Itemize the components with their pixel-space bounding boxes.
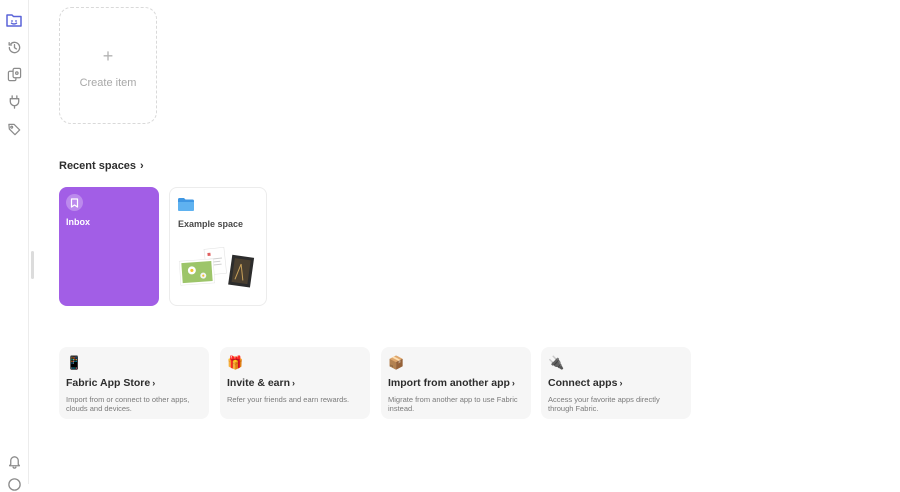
space-card-example[interactable]: Example space	[169, 187, 267, 306]
resize-handle[interactable]	[31, 251, 34, 279]
mobile-phone-icon: 📱	[66, 355, 83, 370]
folder-icon	[178, 198, 194, 211]
card-invite-earn[interactable]: 🎁 Invite & earn › Refer your friends and …	[220, 347, 370, 419]
spaces-icon[interactable]	[7, 67, 22, 82]
chevron-right-icon: ›	[511, 378, 515, 388]
bookmark-icon	[66, 194, 83, 211]
recent-clock-icon[interactable]	[7, 40, 22, 55]
card-title: Fabric App Store ›	[66, 377, 156, 389]
fabric-logo-icon[interactable]	[5, 11, 23, 29]
card-title: Import from another app ›	[388, 377, 515, 389]
package-box-icon: 📦	[388, 355, 405, 370]
chevron-right-icon: ›	[140, 160, 144, 172]
create-item-button[interactable]: + Create item	[59, 7, 157, 124]
recent-spaces-title: Recent spaces	[59, 160, 137, 172]
help-icon[interactable]	[7, 477, 22, 492]
chevron-right-icon: ›	[619, 378, 623, 388]
plus-icon: +	[102, 45, 114, 66]
space-name: Inbox	[66, 217, 90, 227]
electric-plug-icon: 🔌	[548, 355, 565, 370]
notifications-bell-icon[interactable]	[7, 454, 22, 469]
connect-plug-icon[interactable]	[7, 94, 22, 109]
card-title: Invite & earn ›	[227, 377, 296, 389]
recent-spaces-header[interactable]: Recent spaces ›	[59, 160, 144, 172]
card-description: Refer your friends and earn rewards.	[227, 395, 350, 404]
card-title: Connect apps ›	[548, 377, 623, 389]
create-item-label: Create item	[79, 76, 137, 89]
chevron-right-icon: ›	[292, 378, 296, 388]
tags-icon[interactable]	[7, 122, 22, 137]
space-name: Example space	[178, 219, 244, 229]
left-sidebar	[0, 0, 29, 491]
card-import-another-app[interactable]: 📦 Import from another app › Migrate from …	[381, 347, 531, 419]
card-description: Migrate from another app to use Fabric i…	[388, 395, 518, 413]
card-fabric-app-store[interactable]: 📱 Fabric App Store › Import from or conne…	[59, 347, 209, 419]
gift-icon: 🎁	[227, 355, 244, 370]
card-description: Access your favorite apps directly throu…	[548, 395, 660, 413]
chevron-right-icon: ›	[152, 378, 156, 388]
card-connect-apps[interactable]: 🔌 Connect apps › Access your favorite app…	[541, 347, 691, 419]
card-description: Import from or connect to other apps, cl…	[66, 395, 190, 413]
space-preview-image	[178, 246, 255, 288]
space-card-inbox[interactable]: Inbox	[59, 187, 159, 306]
